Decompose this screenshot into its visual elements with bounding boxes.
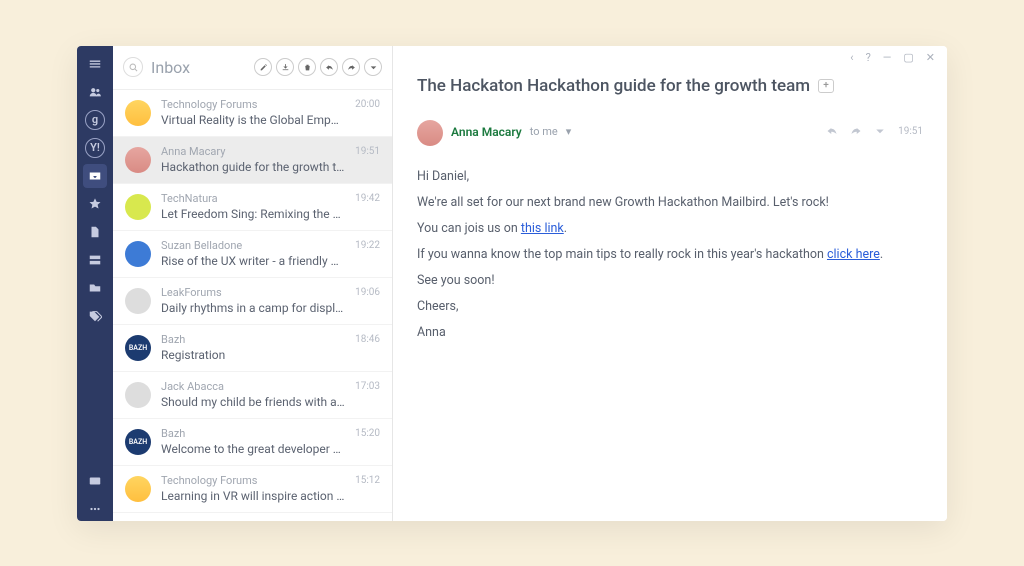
- message-time: 19:06: [355, 286, 380, 298]
- reply-icon[interactable]: [826, 122, 838, 141]
- message-sender: TechNatura: [161, 192, 345, 206]
- message-row[interactable]: Anna MacaryHackathon guide for the growt…: [113, 137, 392, 184]
- message-subject: Let Freedom Sing: Remixing the Declarati…: [161, 206, 345, 222]
- download-button[interactable]: [276, 58, 294, 76]
- forward-icon[interactable]: [850, 122, 862, 141]
- message-row[interactable]: Technology ForumsVirtual Reality is the …: [113, 90, 392, 137]
- avatar: [125, 100, 151, 126]
- body-line: We're all set for our next brand new Gro…: [417, 190, 923, 216]
- message-sender: LeakForums: [161, 286, 345, 300]
- message-time: 19:42: [355, 192, 380, 204]
- star-icon[interactable]: [83, 192, 107, 216]
- message-time: 17:03: [355, 380, 380, 392]
- more-icon[interactable]: [83, 497, 107, 521]
- sent-icon[interactable]: [83, 276, 107, 300]
- body-line: Hi Daniel,: [417, 164, 923, 190]
- tags-icon[interactable]: [83, 304, 107, 328]
- search-button[interactable]: [123, 57, 143, 77]
- message-time: 15:12: [355, 474, 380, 486]
- avatar: [125, 241, 151, 267]
- avatar: BAZH: [125, 429, 151, 455]
- expand-recipients-icon[interactable]: ▾: [566, 125, 572, 138]
- contacts-icon[interactable]: [83, 80, 107, 104]
- message-subject: Hackathon guide for the growth team: [161, 159, 345, 175]
- message-row[interactable]: Technology ForumsLearning in VR will ins…: [113, 466, 392, 513]
- yahoo-icon[interactable]: Y!: [83, 136, 107, 160]
- help-button[interactable]: ?: [866, 51, 871, 64]
- message-sender: Suzan Belladone: [161, 239, 345, 253]
- google-icon[interactable]: g: [83, 108, 107, 132]
- message-sender: Technology Forums: [161, 474, 345, 488]
- delete-button[interactable]: [298, 58, 316, 76]
- message-subject: Registration: [161, 347, 345, 363]
- avatar: [125, 476, 151, 502]
- address-book-icon[interactable]: [83, 469, 107, 493]
- message-sender: Bazh: [161, 333, 345, 347]
- sender-avatar: [417, 120, 443, 146]
- sender-name: Anna Macary: [451, 125, 522, 139]
- message-subject: Welcome to the great developer commu…: [161, 441, 345, 457]
- body-link-1[interactable]: this link: [521, 221, 564, 236]
- body-line: See you soon!: [417, 268, 923, 294]
- avatar: [125, 382, 151, 408]
- reading-pane: ‹ ? — ▢ ✕ The Hackaton Hackathon guide f…: [393, 46, 947, 521]
- forward-button[interactable]: [342, 58, 360, 76]
- message-row[interactable]: TechNaturaLet Freedom Sing: Remixing the…: [113, 184, 392, 231]
- message-row[interactable]: BAZH BazhRegistration 18:46: [113, 325, 392, 372]
- compose-button[interactable]: [254, 58, 272, 76]
- message-time: 15:20: [355, 427, 380, 439]
- avatar: [125, 288, 151, 314]
- message-body: Hi Daniel, We're all set for our next br…: [393, 164, 947, 346]
- body-line: Cheers,: [417, 294, 923, 320]
- message-subject: Should my child be friends with a robot…: [161, 394, 345, 410]
- avatar: BAZH: [125, 335, 151, 361]
- message-time: 18:46: [355, 333, 380, 345]
- body-link-2[interactable]: click here: [827, 247, 880, 262]
- minimize-button[interactable]: —: [883, 51, 892, 64]
- avatar: [125, 147, 151, 173]
- close-button[interactable]: ✕: [926, 51, 935, 64]
- body-line: Anna: [417, 320, 923, 346]
- message-sender: Technology Forums: [161, 98, 345, 112]
- message-sender: Anna Macary: [161, 145, 345, 159]
- message-subject: Rise of the UX writer - a friendly guide…: [161, 253, 345, 269]
- message-row[interactable]: BAZH BazhWelcome to the great developer c…: [113, 419, 392, 466]
- body-line: If you wanna know the top main tips to r…: [417, 242, 923, 268]
- message-row[interactable]: Anna MacaryHow Should We Tax Self-Drivin…: [113, 513, 392, 521]
- reply-button[interactable]: [320, 58, 338, 76]
- draft-icon[interactable]: [83, 220, 107, 244]
- more-actions-icon[interactable]: [874, 122, 886, 141]
- nav-rail: g Y!: [77, 46, 113, 521]
- archive-icon[interactable]: [83, 248, 107, 272]
- message-sender: Bazh: [161, 427, 345, 441]
- message-subject: Learning in VR will inspire action like …: [161, 488, 345, 504]
- message-row[interactable]: Jack AbaccaShould my child be friends wi…: [113, 372, 392, 419]
- more-button[interactable]: [364, 58, 382, 76]
- message-time: 19:51: [355, 145, 380, 157]
- avatar: [125, 194, 151, 220]
- message-time: 19:22: [355, 239, 380, 251]
- add-label-button[interactable]: +: [818, 79, 834, 93]
- message-row[interactable]: LeakForumsDaily rhythms in a camp for di…: [113, 278, 392, 325]
- message-list-panel: Inbox Technology ForumsVirtual Reality i…: [113, 46, 393, 521]
- body-line: You can jois us on this link.: [417, 216, 923, 242]
- reader-time: 19:51: [898, 126, 923, 137]
- message-subject: Virtual Reality is the Global Empathy Ma…: [161, 112, 345, 128]
- message-row[interactable]: Suzan BelladoneRise of the UX writer - a…: [113, 231, 392, 278]
- reader-subject: The Hackaton Hackathon guide for the gro…: [417, 76, 810, 96]
- message-time: 20:00: [355, 98, 380, 110]
- maximize-button[interactable]: ▢: [903, 51, 913, 64]
- list-toolbar: [254, 58, 382, 76]
- recipient-label: to me: [530, 125, 558, 138]
- message-sender: Jack Abacca: [161, 380, 345, 394]
- back-button[interactable]: ‹: [850, 51, 853, 64]
- message-subject: Daily rhythms in a camp for displaced pe…: [161, 300, 345, 316]
- inbox-icon[interactable]: [83, 164, 107, 188]
- folder-title: Inbox: [151, 58, 246, 77]
- menu-icon[interactable]: [83, 52, 107, 76]
